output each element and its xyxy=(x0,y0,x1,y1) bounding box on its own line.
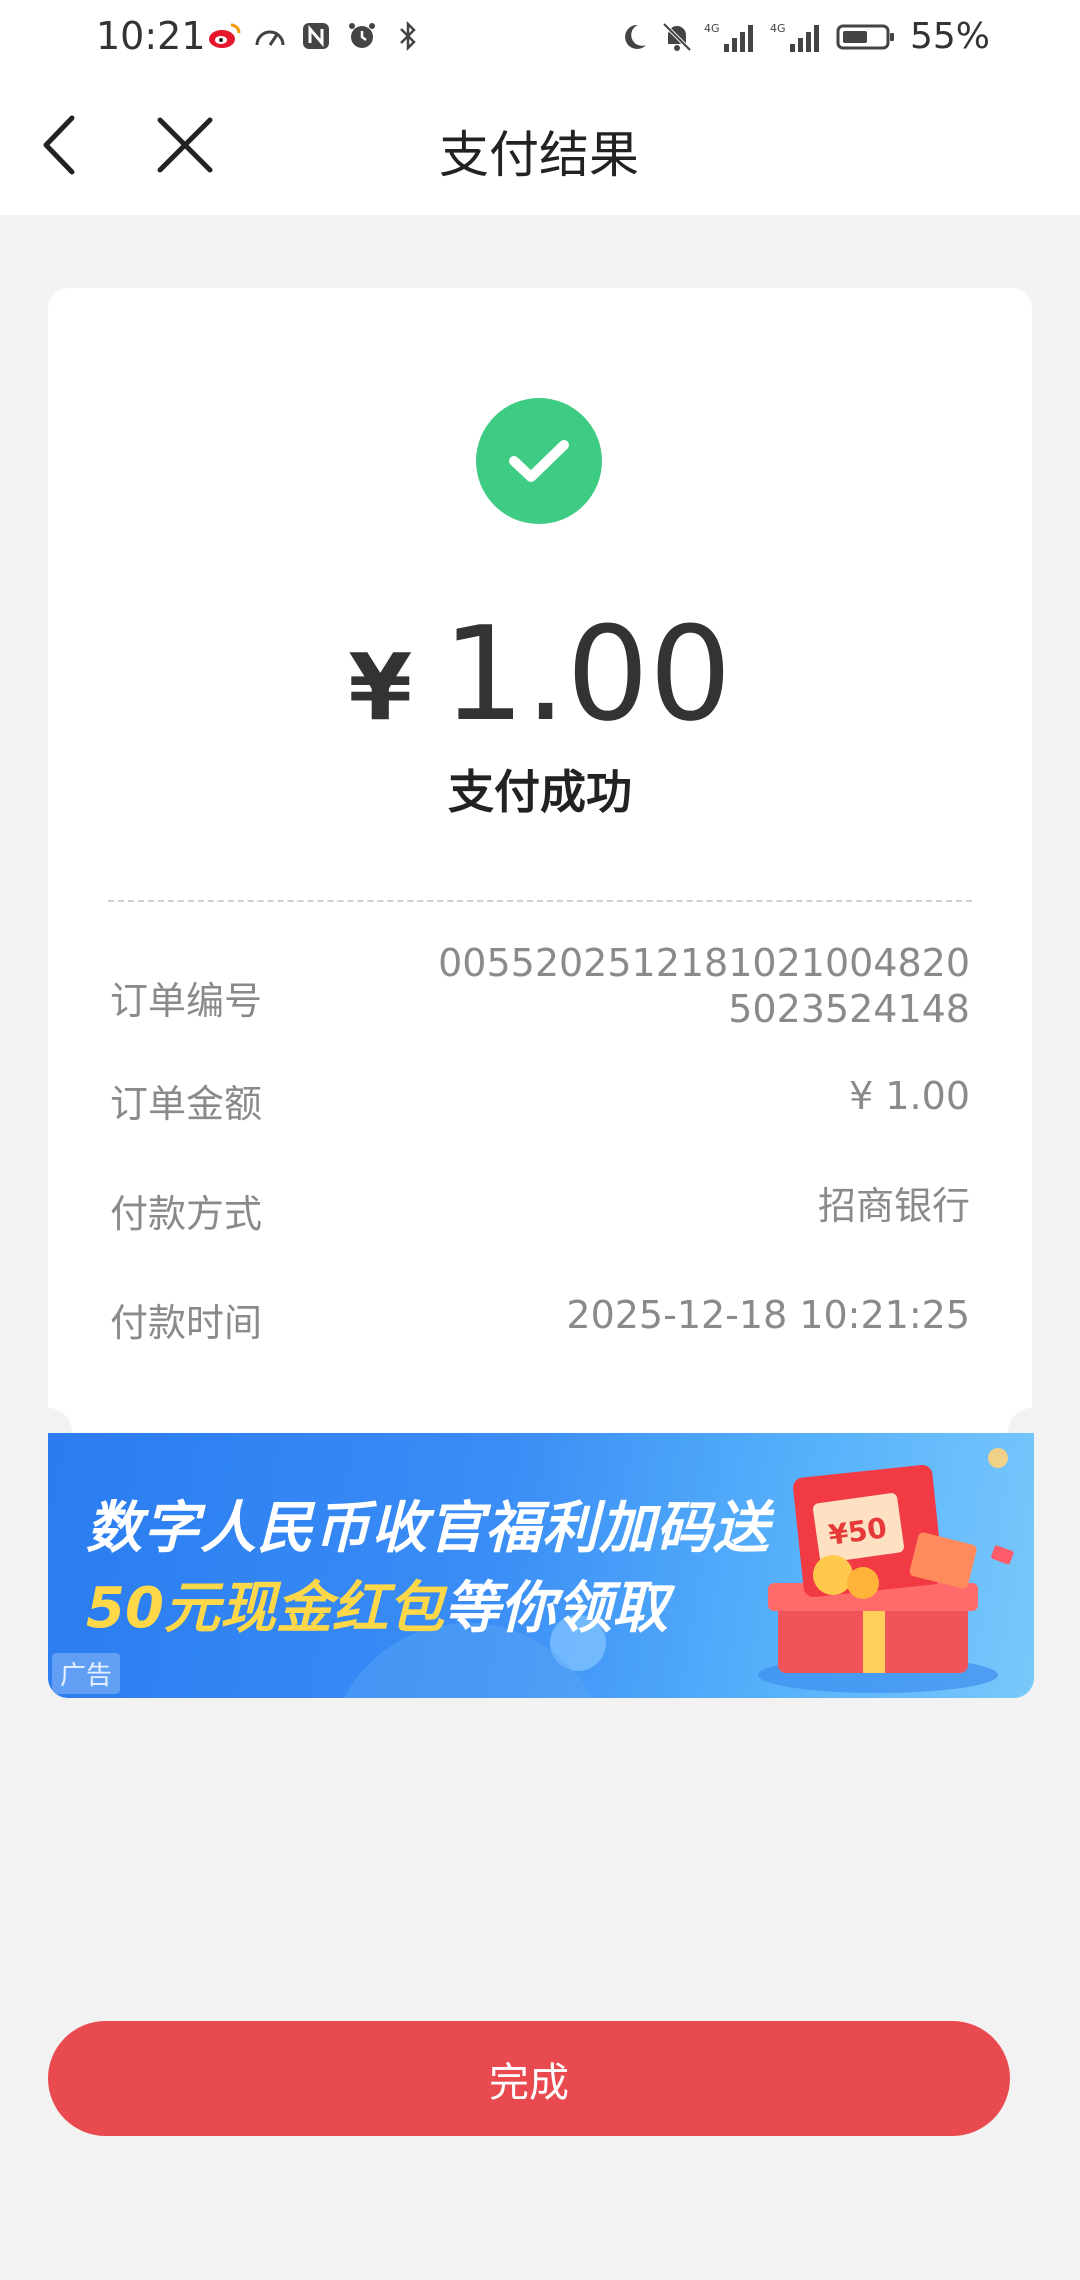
detail-value: 招商银行 xyxy=(817,1184,970,1228)
nav-bar: 支付结果 xyxy=(0,75,1080,215)
detail-row-order-number: 订单编号 00552025121810210048​20 5023524148 xyxy=(110,940,970,1040)
order-number-line1: 00552025121810210048​20 xyxy=(438,941,970,985)
detail-row-order-amount: 订单金额 ¥ 1.00 xyxy=(110,1073,970,1133)
order-number-line2: 5023524148 xyxy=(728,987,970,1031)
ad-tag: 广告 xyxy=(52,1653,121,1694)
detail-row-payment-method: 付款方式 招商银行 xyxy=(110,1183,970,1243)
payment-status: 支付成功 xyxy=(448,765,632,819)
banner-subline-rest: 等你领取 xyxy=(443,1576,668,1641)
bluetooth-icon xyxy=(390,18,426,54)
detail-row-payment-time: 付款时间 2025-12-18 10:21:25 xyxy=(110,1292,970,1352)
payment-amount: ¥1.00 xyxy=(48,598,1032,750)
svg-text:4G: 4G xyxy=(770,22,786,35)
battery-icon xyxy=(836,18,896,56)
dashed-divider xyxy=(108,900,972,902)
status-bar: 10:21 4G 4G 55% xyxy=(0,0,1080,75)
moon-icon xyxy=(618,18,650,56)
amount-value: 1.00 xyxy=(442,598,732,750)
promo-banner[interactable]: 数字人民币收官福利加码送 50元现金红包等你领取 广告 ¥50 xyxy=(48,1433,1034,1698)
detail-label: 订单编号 xyxy=(110,979,263,1023)
done-button[interactable]: 完成 xyxy=(48,2021,1010,2136)
banner-subline: 50元现金红包等你领取 xyxy=(86,1563,668,1644)
payment-result-card: ¥1.00 支付成功 订单编号 00552025121810210048​20 … xyxy=(48,288,1032,1433)
success-check-icon xyxy=(476,398,602,524)
status-right-icons: 4G 4G 55% xyxy=(618,16,990,57)
currency-symbol: ¥ xyxy=(348,634,413,741)
banner-highlight: 50元现金红包 xyxy=(86,1576,444,1641)
detail-label: 订单金额 xyxy=(110,1082,263,1126)
bell-off-icon xyxy=(660,18,694,56)
alarm-icon xyxy=(344,18,380,54)
status-time: 10:21 xyxy=(96,14,206,58)
page-title-text: 支付结果 xyxy=(439,126,639,184)
detail-label: 付款方式 xyxy=(110,1192,263,1236)
signal-4g-icon: 4G xyxy=(770,18,826,56)
signal-4g-icon: 4G xyxy=(704,18,760,56)
battery-percent: 55% xyxy=(909,16,990,57)
nfc-icon xyxy=(298,18,334,54)
detail-label: 付款时间 xyxy=(110,1301,263,1345)
speed-icon xyxy=(252,18,288,54)
weibo-icon xyxy=(206,18,242,54)
detail-value: 2025-12-18 10:21:25 xyxy=(566,1293,970,1337)
gift-box-icon: ¥50 xyxy=(706,1453,1018,1693)
status-left-icons xyxy=(206,18,426,54)
banner-headline: 数字人民币收官福利加码送 xyxy=(86,1496,770,1561)
page-title: 支付结果 xyxy=(0,115,1080,187)
svg-text:4G: 4G xyxy=(704,22,720,35)
detail-value: 00552025121810210048​20 5023524148 xyxy=(438,940,970,1032)
detail-value: ¥ 1.00 xyxy=(849,1074,970,1118)
